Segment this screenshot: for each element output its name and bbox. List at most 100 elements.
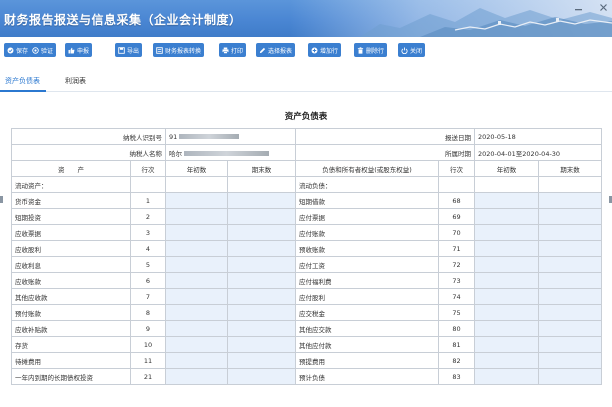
asset-item-label: 预付账款 — [11, 304, 131, 321]
asset-begin-cell[interactable] — [165, 288, 228, 305]
liability-begin-cell[interactable] — [474, 288, 540, 305]
asset-end-cell[interactable] — [226, 336, 297, 353]
report-date-value: 2020-05-18 — [474, 128, 603, 145]
asset-end-cell[interactable] — [226, 320, 297, 337]
liability-row-no — [438, 176, 476, 193]
asset-end-cell — [226, 176, 297, 193]
liability-end-cell[interactable] — [538, 192, 603, 209]
liability-end-cell[interactable] — [538, 240, 603, 257]
title-banner: 财务报告报送与信息采集（企业会计制度） — [0, 0, 612, 37]
left-scroll-handle[interactable] — [0, 196, 3, 203]
liability-end-cell[interactable] — [538, 352, 603, 369]
asset-begin-cell[interactable] — [165, 224, 228, 241]
liability-row-no: 73 — [438, 272, 476, 289]
asset-begin-cell[interactable] — [165, 256, 228, 273]
period-label: 所属时期 — [295, 144, 476, 161]
asset-end-cell[interactable] — [226, 272, 297, 289]
liability-item-label: 其他应交款 — [295, 320, 440, 337]
liability-begin-cell[interactable] — [474, 208, 540, 225]
taxpayer-name-row: 纳税人名称 哈尔 所属时期 2020-04-01至2020-04-30 — [11, 144, 603, 161]
taxpayer-id-value: 91 — [169, 132, 178, 141]
liability-end-cell[interactable] — [538, 304, 603, 321]
taxpayer-name-field[interactable]: 哈尔 — [164, 144, 297, 161]
asset-item-label: 应收股利 — [11, 240, 131, 257]
asset-item-label: 流动资产： — [11, 176, 131, 193]
asset-begin-cell[interactable] — [165, 208, 228, 225]
asset-item-label: 短期投资 — [11, 208, 131, 225]
tab-income-statement[interactable]: 利润表 — [65, 76, 86, 86]
asset-end-cell[interactable] — [226, 256, 297, 273]
asset-begin-cell[interactable] — [165, 304, 228, 321]
liability-item-label: 应付账款 — [295, 224, 440, 241]
asset-begin-cell[interactable] — [165, 240, 228, 257]
liability-item-label: 短期借款 — [295, 192, 440, 209]
liability-end-cell[interactable] — [538, 208, 603, 225]
report-convert-button[interactable]: 财务报表转换 — [153, 43, 205, 57]
row-no-header: 行次 — [438, 160, 476, 177]
close-button[interactable]: 关闭 — [398, 43, 426, 57]
asset-end-cell[interactable] — [226, 368, 297, 385]
liability-end-cell[interactable] — [538, 272, 603, 289]
sheet-body: 流动资产： 流动负债： 货币资金 1 短期借款 68 短期投资 2 应付票据 69 应收票据 3 应付账… — [11, 176, 603, 385]
liability-row-no: 71 — [438, 240, 476, 257]
liability-begin-cell[interactable] — [474, 304, 540, 321]
liability-begin-cell[interactable] — [474, 224, 540, 241]
asset-begin-cell[interactable] — [165, 192, 228, 209]
export-button[interactable]: 导出 — [115, 43, 143, 57]
liability-begin-cell[interactable] — [474, 352, 540, 369]
liability-begin-cell[interactable] — [474, 240, 540, 257]
liability-end-cell[interactable] — [538, 288, 603, 305]
export-icon — [118, 46, 125, 54]
liability-begin-cell[interactable] — [474, 256, 540, 273]
liability-begin-cell[interactable] — [474, 368, 540, 385]
liability-end-cell[interactable] — [538, 320, 603, 337]
asset-item-label: 应收账款 — [11, 272, 131, 289]
liability-item-label: 应付工资 — [295, 256, 440, 273]
minimize-icon[interactable] — [574, 3, 583, 12]
asset-end-cell[interactable] — [226, 208, 297, 225]
save-button[interactable]: 保存 — [4, 43, 32, 57]
declare-button[interactable]: 申报 — [65, 43, 93, 57]
close-label: 关闭 — [410, 47, 423, 55]
asset-item-label: 货币资金 — [11, 192, 131, 209]
asset-end-cell[interactable] — [226, 240, 297, 257]
liability-row-no: 80 — [438, 320, 476, 337]
asset-end-cell[interactable] — [226, 192, 297, 209]
tab-balance-sheet[interactable]: 资产负债表 — [5, 76, 40, 86]
liability-end-cell[interactable] — [538, 368, 603, 385]
print-label: 打印 — [231, 47, 244, 55]
liability-begin-cell[interactable] — [474, 272, 540, 289]
liability-item-label: 流动负债： — [295, 176, 440, 193]
asset-begin-cell[interactable] — [165, 352, 228, 369]
asset-begin-cell[interactable] — [165, 272, 228, 289]
liability-end-cell[interactable] — [538, 336, 603, 353]
asset-begin-cell[interactable] — [165, 336, 228, 353]
asset-end-cell[interactable] — [226, 352, 297, 369]
liability-end-cell[interactable] — [538, 224, 603, 241]
asset-end-cell[interactable] — [226, 288, 297, 305]
delete-row-button[interactable]: 删除行 — [354, 43, 388, 57]
asset-end-cell[interactable] — [226, 304, 297, 321]
end-header: 期末数 — [538, 160, 603, 177]
asset-begin-cell[interactable] — [165, 368, 228, 385]
asset-row-no: 6 — [130, 272, 166, 289]
taxpayer-name-value: 哈尔 — [169, 149, 182, 158]
liability-begin-cell[interactable] — [474, 320, 540, 337]
convert-icon — [156, 46, 163, 54]
asset-end-cell[interactable] — [226, 224, 297, 241]
table-row: 其他应收款 7 应付股利 74 — [11, 288, 603, 305]
close-icon[interactable] — [599, 3, 608, 12]
report-date-label: 报送日期 — [295, 128, 476, 145]
liability-begin-cell[interactable] — [474, 192, 540, 209]
asset-row-no: 3 — [130, 224, 166, 241]
taxpayer-id-field[interactable]: 91 — [164, 128, 297, 145]
verify-button[interactable]: 验证 — [29, 43, 57, 57]
liability-end-cell[interactable] — [538, 256, 603, 273]
print-button[interactable]: 打印 — [219, 43, 247, 57]
select-report-button[interactable]: 选择报表 — [256, 43, 296, 57]
liability-row-no: 83 — [438, 368, 476, 385]
asset-begin-cell[interactable] — [165, 320, 228, 337]
add-row-button[interactable]: 增加行 — [308, 43, 342, 57]
asset-row-no: 2 — [130, 208, 166, 225]
liability-begin-cell[interactable] — [474, 336, 540, 353]
